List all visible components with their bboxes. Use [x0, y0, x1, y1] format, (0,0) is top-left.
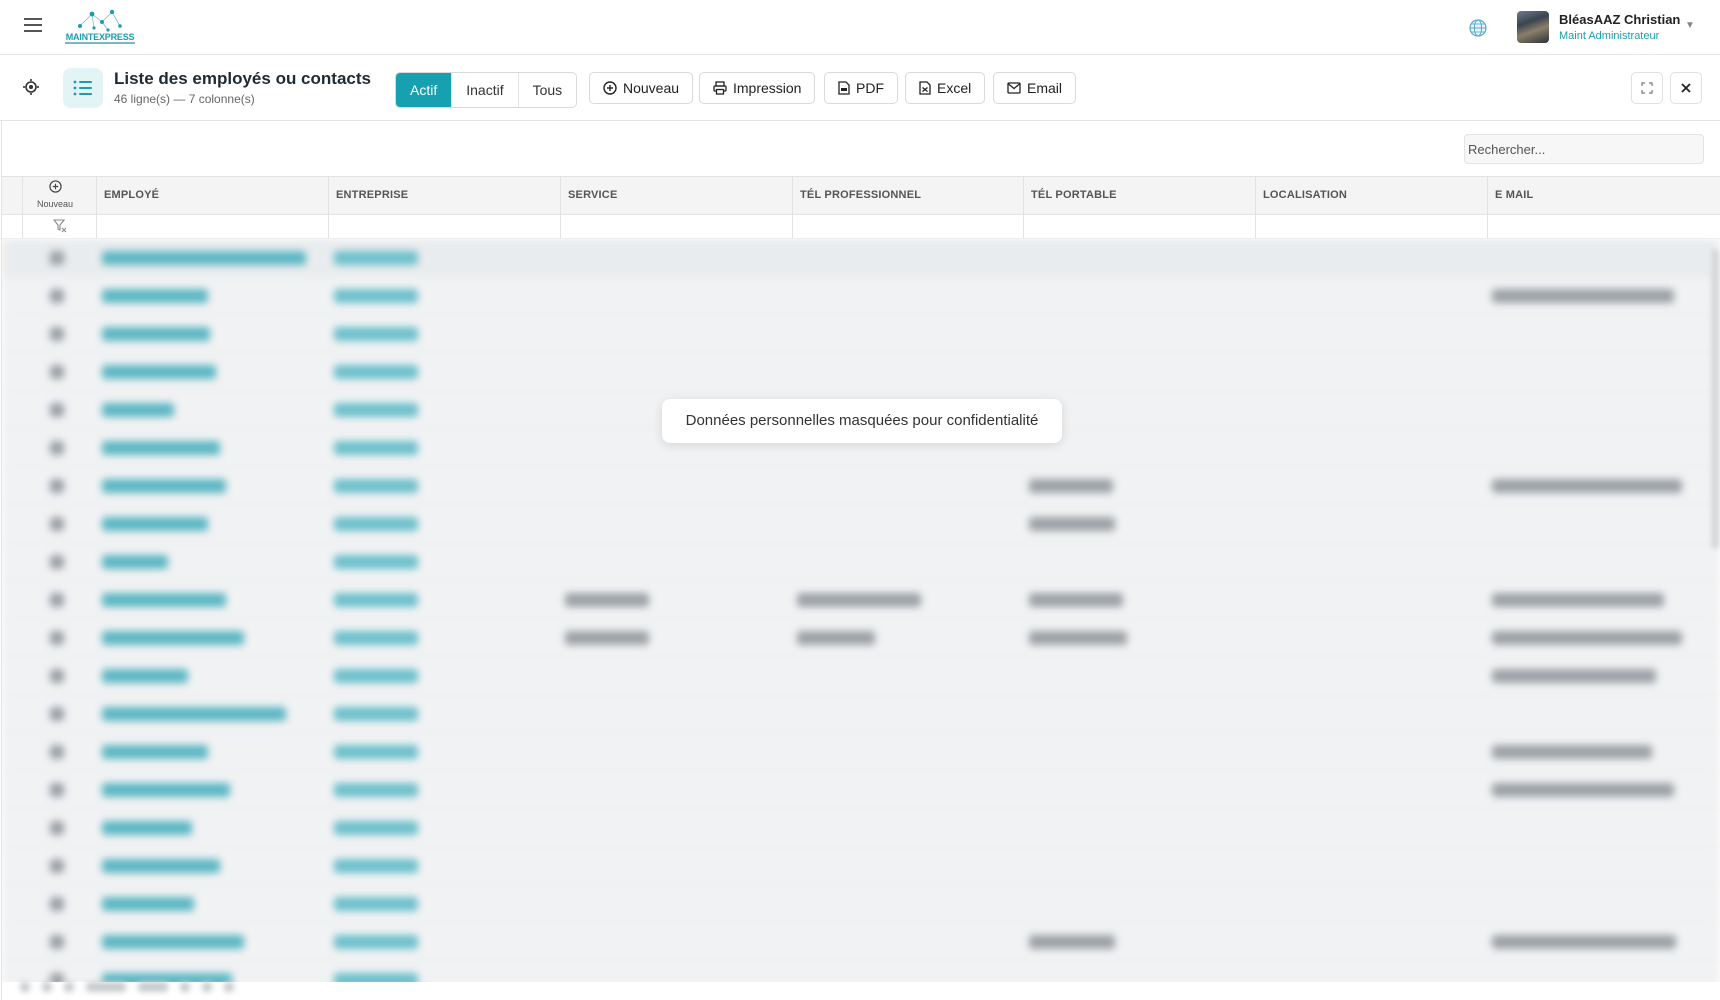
status-filter: Actif Inactif Tous: [395, 72, 578, 108]
top-header: MAINTEXPRESS BléasAAZ Christian Maint Ad…: [0, 0, 1720, 55]
table-row: [2, 961, 1720, 982]
table-row: [2, 505, 1720, 543]
globe-icon[interactable]: [1468, 18, 1488, 38]
mail-icon: [1007, 82, 1021, 94]
table-row: [2, 657, 1720, 695]
printer-icon: [713, 81, 727, 95]
column-tel-professionnel[interactable]: TÉL PROFESSIONNEL: [794, 177, 921, 214]
filter-row: [2, 215, 1720, 239]
privacy-notice: Données personnelles masquées pour confi…: [662, 399, 1062, 443]
logo-text: MAINTEXPRESS: [65, 32, 135, 42]
table-row: [2, 467, 1720, 505]
table-row: [2, 809, 1720, 847]
table-row: [2, 619, 1720, 657]
pagination: [20, 977, 234, 997]
vertical-scrollbar[interactable]: [1711, 249, 1719, 549]
plus-circle-icon: [603, 81, 617, 95]
table-row: [2, 847, 1720, 885]
page-title: Liste des employés ou contacts: [114, 69, 371, 88]
file-excel-icon: [919, 81, 931, 95]
table-row: [2, 353, 1720, 391]
table-row: [2, 543, 1720, 581]
list-toolbar: Liste des employés ou contacts 46 ligne(…: [0, 55, 1720, 121]
pdf-button[interactable]: PDF: [824, 72, 898, 104]
column-service[interactable]: SERVICE: [562, 177, 618, 214]
print-button-label: Impression: [733, 80, 802, 96]
column-employe[interactable]: EMPLOYÉ: [98, 177, 159, 214]
plus-circle-icon: [48, 180, 62, 193]
table-row: [2, 315, 1720, 353]
close-icon[interactable]: [1670, 72, 1702, 104]
table-row: [2, 695, 1720, 733]
add-row-label: Nouveau: [36, 199, 74, 209]
table-row: [2, 239, 1720, 277]
logo-tagline: [65, 42, 135, 44]
column-headers: Nouveau EMPLOYÉ ENTREPRISE SERVICE TÉL P…: [2, 176, 1720, 215]
filter-actif[interactable]: Actif: [396, 73, 453, 107]
excel-button-label: Excel: [937, 80, 972, 96]
avatar[interactable]: [1517, 11, 1549, 43]
app-logo[interactable]: MAINTEXPRESS: [64, 8, 136, 48]
settings-icon[interactable]: [21, 77, 41, 97]
column-tel-portable[interactable]: TÉL PORTABLE: [1025, 177, 1117, 214]
new-button[interactable]: Nouveau: [589, 72, 694, 104]
menu-icon[interactable]: [24, 17, 48, 37]
data-grid: Nouveau EMPLOYÉ ENTREPRISE SERVICE TÉL P…: [1, 121, 1720, 1000]
search-input[interactable]: [1464, 134, 1704, 164]
table-row: [2, 277, 1720, 315]
blurred-rows: [2, 239, 1720, 982]
column-localisation[interactable]: LOCALISATION: [1257, 177, 1347, 214]
excel-button[interactable]: Excel: [905, 72, 986, 104]
user-role: Maint Administrateur: [1559, 30, 1660, 42]
column-entreprise[interactable]: ENTREPRISE: [330, 177, 408, 214]
filter-tous[interactable]: Tous: [518, 73, 577, 107]
chevron-down-icon[interactable]: ▼: [1685, 20, 1695, 31]
filter-clear-icon[interactable]: [52, 219, 69, 235]
list-icon: [63, 68, 103, 108]
new-button-label: Nouveau: [623, 80, 680, 96]
table-row: [2, 885, 1720, 923]
print-button[interactable]: Impression: [699, 72, 816, 104]
table-row: [2, 923, 1720, 961]
fullscreen-icon[interactable]: [1631, 72, 1663, 104]
row-count: 46 ligne(s) — 7 colonne(s): [114, 92, 255, 106]
user-name[interactable]: BléasAAZ Christian: [1559, 12, 1680, 27]
filter-inactif[interactable]: Inactif: [452, 73, 519, 107]
add-row-button[interactable]: Nouveau: [23, 180, 87, 213]
column-email[interactable]: E MAIL: [1489, 177, 1533, 214]
table-row: [2, 581, 1720, 619]
table-row: [2, 733, 1720, 771]
pdf-button-label: PDF: [856, 80, 884, 96]
email-button-label: Email: [1027, 80, 1063, 96]
file-pdf-icon: [838, 81, 850, 95]
grid-body: [2, 239, 1720, 982]
email-button[interactable]: Email: [993, 72, 1077, 104]
table-row: [2, 771, 1720, 809]
